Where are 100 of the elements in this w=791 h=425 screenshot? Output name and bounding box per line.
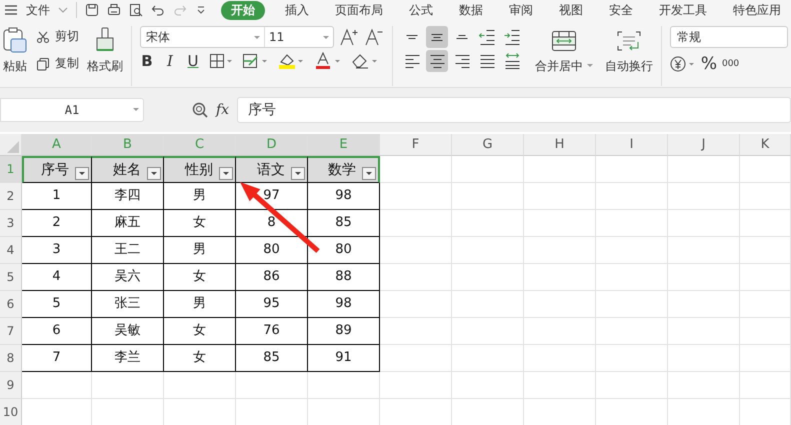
save-icon[interactable] bbox=[85, 3, 99, 17]
ribbon-tab[interactable]: 开始 bbox=[221, 0, 265, 20]
empty-cell[interactable] bbox=[92, 372, 164, 399]
empty-cell[interactable] bbox=[668, 318, 740, 345]
file-menu[interactable]: 文件 bbox=[26, 2, 50, 18]
formula-field[interactable]: 序号 bbox=[237, 97, 791, 123]
filter-dropdown-icon[interactable] bbox=[147, 166, 161, 180]
empty-cell[interactable] bbox=[740, 345, 791, 372]
align-button[interactable] bbox=[426, 26, 448, 48]
empty-cell[interactable] bbox=[452, 183, 524, 210]
wrap-text-button[interactable]: 自动换行 bbox=[604, 58, 653, 75]
empty-cell[interactable] bbox=[380, 372, 452, 399]
empty-cell[interactable] bbox=[668, 183, 740, 210]
merge-center-button[interactable]: 合并居中 bbox=[535, 58, 593, 75]
empty-cell[interactable] bbox=[452, 291, 524, 318]
paste-button[interactable]: 粘贴 bbox=[3, 58, 27, 75]
empty-cell[interactable] bbox=[524, 237, 596, 264]
empty-cell[interactable] bbox=[380, 345, 452, 372]
wrap-text-icon[interactable] bbox=[616, 30, 642, 52]
row-header[interactable]: 3 bbox=[0, 210, 22, 237]
row-header[interactable]: 10 bbox=[0, 399, 22, 425]
merge-cells-icon[interactable] bbox=[550, 30, 577, 52]
percent-button[interactable]: % bbox=[700, 54, 717, 74]
fill-color-icon[interactable] bbox=[277, 52, 305, 70]
font-style-button[interactable]: I bbox=[163, 52, 177, 70]
column-header[interactable]: K bbox=[740, 134, 791, 156]
empty-cell[interactable] bbox=[380, 318, 452, 345]
empty-cell[interactable] bbox=[668, 345, 740, 372]
empty-cell[interactable] bbox=[380, 264, 452, 291]
currency-icon[interactable] bbox=[670, 55, 696, 73]
ribbon-tab[interactable]: 特色应用 bbox=[727, 0, 787, 20]
ribbon-tab[interactable]: 安全 bbox=[603, 0, 639, 20]
empty-cell[interactable] bbox=[596, 183, 668, 210]
column-header[interactable]: F bbox=[380, 134, 452, 156]
empty-cell[interactable] bbox=[524, 210, 596, 237]
empty-cell[interactable] bbox=[740, 264, 791, 291]
redo-icon[interactable] bbox=[173, 3, 187, 17]
function-button[interactable]: fx bbox=[216, 102, 230, 118]
empty-cell[interactable] bbox=[452, 345, 524, 372]
ribbon-tab[interactable]: 公式 bbox=[403, 0, 439, 20]
row-header[interactable]: 9 bbox=[0, 372, 22, 399]
empty-cell[interactable] bbox=[596, 156, 668, 183]
empty-cell[interactable] bbox=[668, 291, 740, 318]
empty-cell[interactable] bbox=[596, 372, 668, 399]
column-header[interactable]: H bbox=[524, 134, 596, 156]
row-header[interactable]: 5 bbox=[0, 264, 22, 291]
filter-dropdown-icon[interactable] bbox=[362, 166, 376, 180]
column-header[interactable]: G bbox=[452, 134, 524, 156]
empty-cell[interactable] bbox=[596, 264, 668, 291]
empty-cell[interactable] bbox=[524, 372, 596, 399]
column-header[interactable]: J bbox=[668, 134, 740, 156]
empty-cell[interactable] bbox=[380, 183, 452, 210]
zoom-icon[interactable] bbox=[192, 102, 208, 118]
empty-cell[interactable] bbox=[596, 210, 668, 237]
empty-cell[interactable] bbox=[452, 318, 524, 345]
row-header[interactable]: 6 bbox=[0, 291, 22, 318]
empty-cell[interactable] bbox=[740, 318, 791, 345]
font-grow-icon[interactable] bbox=[339, 28, 359, 46]
row-header[interactable]: 7 bbox=[0, 318, 22, 345]
empty-cell[interactable] bbox=[236, 372, 308, 399]
font-style-button[interactable]: U bbox=[186, 52, 200, 70]
font-shrink-icon[interactable] bbox=[364, 28, 384, 46]
filter-dropdown-icon[interactable] bbox=[219, 166, 233, 180]
align-button[interactable] bbox=[426, 50, 448, 72]
name-box[interactable]: A1 bbox=[0, 98, 144, 122]
empty-cell[interactable] bbox=[452, 156, 524, 183]
eraser-icon[interactable] bbox=[351, 52, 379, 70]
empty-cell[interactable] bbox=[524, 264, 596, 291]
empty-cell[interactable] bbox=[740, 210, 791, 237]
empty-cell[interactable] bbox=[740, 156, 791, 183]
empty-cell[interactable] bbox=[668, 210, 740, 237]
empty-cell[interactable] bbox=[380, 237, 452, 264]
undo-icon[interactable] bbox=[151, 3, 165, 17]
copy-button[interactable]: 复制 bbox=[55, 55, 79, 72]
cut-button[interactable]: 剪切 bbox=[55, 28, 79, 45]
menu-icon[interactable] bbox=[4, 4, 18, 16]
empty-cell[interactable] bbox=[380, 210, 452, 237]
borders-icon[interactable] bbox=[209, 53, 233, 69]
ribbon-tab[interactable]: 视图 bbox=[553, 0, 589, 20]
empty-cell[interactable] bbox=[668, 264, 740, 291]
filter-dropdown-icon[interactable] bbox=[291, 166, 305, 180]
thousands-button[interactable]: 000 bbox=[722, 59, 740, 69]
ribbon-tab[interactable]: 开发工具 bbox=[653, 0, 713, 20]
print-icon[interactable] bbox=[107, 3, 121, 17]
empty-cell[interactable] bbox=[380, 291, 452, 318]
ribbon-tab[interactable]: 页面布局 bbox=[329, 0, 389, 20]
print-preview-icon[interactable] bbox=[129, 3, 143, 17]
cell-style-icon[interactable] bbox=[242, 53, 268, 69]
empty-cell[interactable] bbox=[524, 156, 596, 183]
row-header[interactable]: 4 bbox=[0, 237, 22, 264]
empty-cell[interactable] bbox=[740, 237, 791, 264]
clipboard-icon[interactable] bbox=[2, 26, 28, 54]
column-header[interactable]: I bbox=[596, 134, 668, 156]
empty-cell[interactable] bbox=[596, 291, 668, 318]
ribbon-tab[interactable]: 数据 bbox=[453, 0, 489, 20]
format-painter-button[interactable]: 格式刷 bbox=[87, 58, 123, 75]
font-color-icon[interactable] bbox=[314, 52, 342, 70]
empty-cell[interactable] bbox=[740, 372, 791, 399]
empty-cell[interactable] bbox=[596, 318, 668, 345]
caret-icon[interactable] bbox=[195, 4, 207, 16]
